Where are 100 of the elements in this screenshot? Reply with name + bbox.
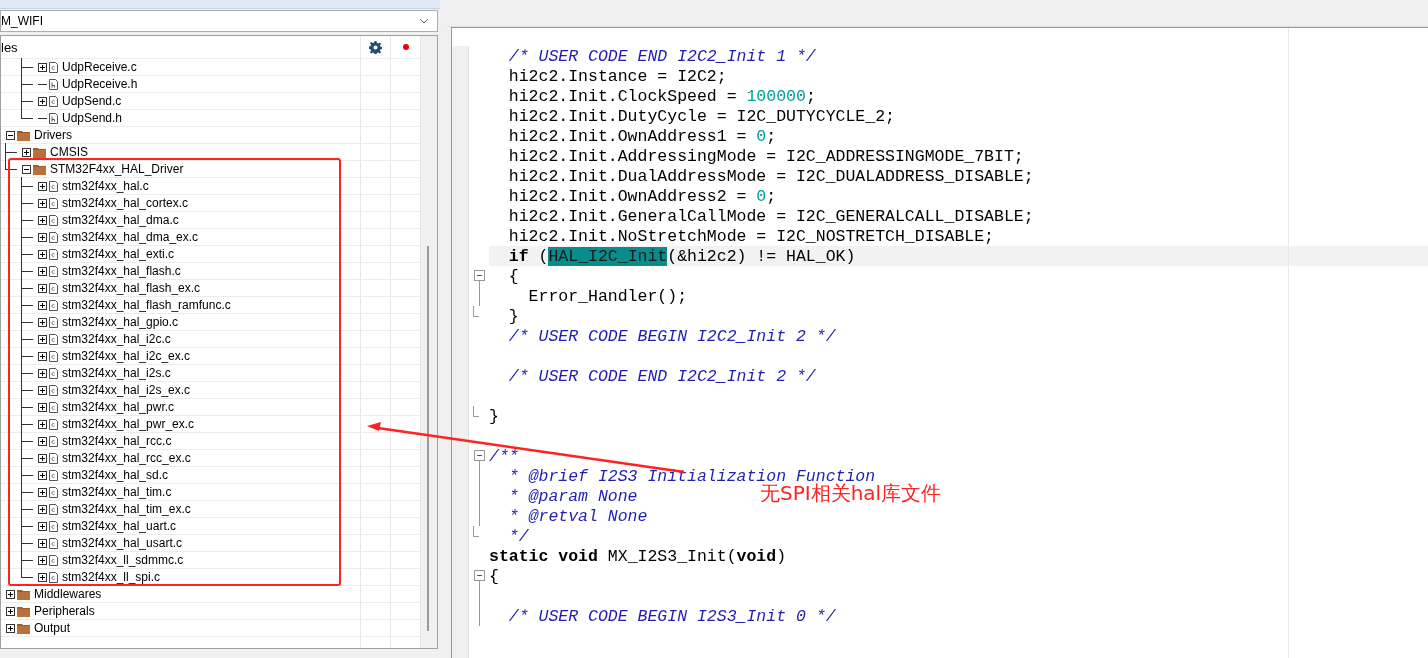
tree-item[interactable]: stm32f4xx_hal_rcc.c	[62, 434, 172, 448]
tree-item[interactable]: stm32f4xx_hal_cortex.c	[62, 196, 189, 210]
tree-item[interactable]: stm32f4xx_hal_i2c_ex.c	[62, 349, 191, 363]
code-line: {	[489, 566, 499, 586]
expand-toggle[interactable]	[22, 147, 31, 157]
tree-item[interactable]: stm32f4xx_hal_exti.c	[62, 247, 175, 261]
expand-toggle[interactable]	[38, 385, 47, 395]
expand-toggle[interactable]	[38, 436, 47, 446]
folder-icon	[17, 622, 30, 634]
source-file-icon	[49, 282, 58, 294]
tree-item[interactable]: stm32f4xx_hal_tim_ex.c	[62, 502, 191, 516]
folder-icon	[17, 129, 30, 141]
code-line: hi2c2.Init.AddressingMode = I2C_ADDRESSINGMODE_7BIT;	[507, 146, 1024, 166]
expand-toggle[interactable]	[6, 589, 15, 599]
tree-item[interactable]: stm32f4xx_hal_dma_ex.c	[62, 230, 199, 244]
expand-toggle[interactable]	[38, 419, 47, 429]
project-dropdown[interactable]: M_WIFI	[0, 10, 438, 32]
source-file-icon	[49, 486, 58, 498]
expand-toggle[interactable]	[38, 487, 47, 497]
source-file-icon	[49, 180, 58, 192]
expand-toggle[interactable]	[6, 606, 15, 616]
expand-toggle[interactable]	[38, 300, 47, 310]
scrollbar-thumb[interactable]	[427, 246, 429, 631]
collapse-toggle[interactable]	[6, 130, 15, 140]
expand-toggle[interactable]	[38, 538, 47, 548]
source-file-icon	[49, 367, 58, 379]
tree-item[interactable]: CMSIS	[50, 145, 88, 159]
source-file-icon	[49, 571, 58, 583]
record-dot-icon	[402, 44, 409, 50]
code-editor[interactable]	[451, 27, 1428, 658]
expand-toggle[interactable]	[38, 215, 47, 225]
expand-toggle[interactable]	[38, 266, 47, 276]
source-file-icon	[49, 214, 58, 226]
code-line: /* USER CODE BEGIN I2C2_Init 2 */	[507, 326, 836, 346]
tree-item[interactable]: stm32f4xx_hal_usart.c	[62, 536, 183, 550]
tree-item[interactable]: Middlewares	[34, 587, 102, 601]
tree-item[interactable]: UdpReceive.h	[62, 77, 138, 91]
expand-toggle[interactable]	[38, 572, 47, 582]
source-file-icon	[49, 503, 58, 515]
tree-item[interactable]: stm32f4xx_hal_gpio.c	[62, 315, 179, 329]
expand-toggle[interactable]	[38, 62, 47, 72]
tree-item[interactable]: stm32f4xx_hal_rcc_ex.c	[62, 451, 191, 465]
tree-item[interactable]: stm32f4xx_hal_flash.c	[62, 264, 181, 278]
source-file-icon	[49, 265, 58, 277]
source-file-icon	[49, 554, 58, 566]
header-file-icon	[49, 78, 58, 90]
code-line: /* USER CODE BEGIN I2S3_Init 0 */	[507, 606, 836, 626]
expand-toggle[interactable]	[38, 555, 47, 565]
tree-item[interactable]: stm32f4xx_hal_i2s_ex.c	[62, 383, 191, 397]
expand-toggle[interactable]	[38, 521, 47, 531]
expand-toggle[interactable]	[38, 453, 47, 463]
expand-toggle[interactable]	[38, 232, 47, 242]
code-line: hi2c2.Init.OwnAddress2 = 0;	[507, 186, 777, 206]
tree-item[interactable]: STM32F4xx_HAL_Driver	[50, 162, 184, 176]
expand-toggle[interactable]	[38, 470, 47, 480]
code-line: }	[507, 306, 519, 326]
code-line: */	[507, 526, 529, 546]
expand-toggle[interactable]	[38, 334, 47, 344]
expand-toggle[interactable]	[38, 96, 47, 106]
source-file-icon	[49, 316, 58, 328]
tree-item[interactable]: stm32f4xx_hal_i2s.c	[62, 366, 171, 380]
tree-item[interactable]: UdpReceive.c	[62, 60, 137, 74]
tree-item[interactable]: stm32f4xx_hal_i2c.c	[62, 332, 171, 346]
chevron-down-icon	[419, 18, 429, 24]
tree-item[interactable]: Peripherals	[34, 604, 95, 618]
code-line: hi2c2.Init.OwnAddress1 = 0;	[507, 126, 777, 146]
folder-icon	[17, 605, 30, 617]
header-file-icon	[49, 112, 58, 124]
expand-toggle[interactable]	[38, 317, 47, 327]
collapse-toggle[interactable]	[22, 164, 31, 174]
code-line: hi2c2.Instance = I2C2;	[507, 66, 727, 86]
code-line: Error_Handler();	[527, 286, 688, 306]
expand-toggle[interactable]	[38, 368, 47, 378]
scrollbar[interactable]	[420, 36, 437, 648]
source-file-icon	[49, 350, 58, 362]
tree-item[interactable]: stm32f4xx_hal_dma.c	[62, 213, 179, 227]
tree-item[interactable]: stm32f4xx_hal_uart.c	[62, 519, 177, 533]
tree-item[interactable]: stm32f4xx_hal_flash_ramfunc.c	[62, 298, 231, 312]
expand-toggle[interactable]	[38, 181, 47, 191]
tree-item[interactable]: stm32f4xx_ll_spi.c	[62, 570, 161, 584]
expand-toggle[interactable]	[38, 283, 47, 293]
code-line: if (HAL_I2C_Init(&hi2c2) != HAL_OK)	[507, 246, 856, 266]
expand-toggle[interactable]	[38, 504, 47, 514]
tree-item[interactable]: stm32f4xx_hal_tim.c	[62, 485, 172, 499]
source-file-icon	[49, 469, 58, 481]
expand-toggle[interactable]	[38, 351, 47, 361]
tree-item[interactable]: Drivers	[34, 128, 72, 142]
tree-item[interactable]: stm32f4xx_hal_flash_ex.c	[62, 281, 201, 295]
expand-toggle[interactable]	[6, 623, 15, 633]
expand-toggle[interactable]	[38, 249, 47, 259]
tree-item[interactable]: stm32f4xx_hal_sd.c	[62, 468, 169, 482]
expand-toggle[interactable]	[38, 402, 47, 412]
tree-item[interactable]: UdpSend.h	[62, 111, 123, 125]
tree-item[interactable]: UdpSend.c	[62, 94, 122, 108]
tree-item[interactable]: stm32f4xx_hal_pwr_ex.c	[62, 417, 195, 431]
tree-item[interactable]: stm32f4xx_hal.c	[62, 179, 149, 193]
tree-item[interactable]: Output	[34, 621, 71, 635]
tree-item[interactable]: stm32f4xx_hal_pwr.c	[62, 400, 175, 414]
expand-toggle[interactable]	[38, 198, 47, 208]
tree-item[interactable]: stm32f4xx_ll_sdmmc.c	[62, 553, 184, 567]
